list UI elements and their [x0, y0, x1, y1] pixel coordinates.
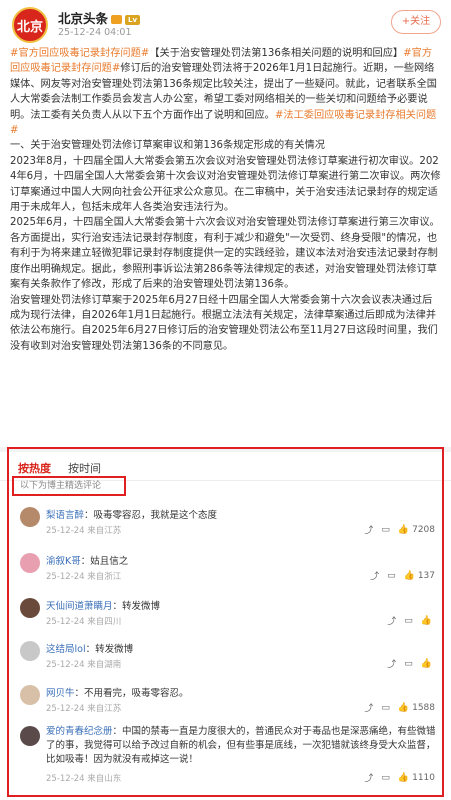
- reply-icon[interactable]: ▭: [381, 525, 390, 535]
- like-button[interactable]: 👍: [421, 616, 435, 626]
- comment-time: 25-12-24: [46, 572, 85, 582]
- comment-location: 来自江苏: [87, 526, 122, 536]
- selected-comments-note: 以下为博主精选评论: [12, 476, 126, 496]
- post-paragraph: 2025年6月，十四届全国人大常委会第十六次会议对治安管理处罚法修订草案进行第三…: [10, 217, 440, 291]
- reply-icon[interactable]: ▭: [381, 773, 390, 783]
- account-name-text[interactable]: 北京头条: [58, 11, 108, 26]
- like-button[interactable]: 👍 7208: [398, 525, 435, 535]
- share-icon[interactable]: ⤴: [370, 569, 379, 582]
- like-icon: 👍: [397, 524, 410, 535]
- account-avatar[interactable]: 北京: [12, 7, 48, 43]
- comment-time: 25-12-24: [46, 617, 85, 627]
- account-name[interactable]: 北京头条 Lv: [58, 8, 141, 27]
- commenter-avatar[interactable]: [20, 726, 40, 746]
- like-count: 7208: [412, 524, 435, 535]
- comment-location: 来自山东: [87, 774, 122, 784]
- like-icon: 👍: [397, 772, 410, 783]
- reply-icon[interactable]: ▭: [387, 571, 396, 581]
- comment-text: 转发微博: [95, 644, 134, 655]
- post-paragraph: 2023年8月，十四届全国人大常委会第五次会议对治安管理处罚法修订草案进行初次审…: [10, 155, 441, 214]
- like-count: 137: [417, 570, 435, 581]
- comment-location: 来自浙江: [87, 572, 122, 582]
- share-icon[interactable]: ⤴: [364, 523, 373, 536]
- reply-icon[interactable]: ▭: [381, 703, 390, 713]
- comment-text: 姑且信之: [90, 556, 129, 567]
- share-icon[interactable]: ⤴: [364, 701, 373, 714]
- tab-by-hot[interactable]: 按热度: [18, 460, 51, 476]
- commenter-name[interactable]: 渝叙K哥: [46, 556, 81, 567]
- comment-time: 25-12-24: [46, 774, 85, 784]
- post-timestamp: 25-12-24 04:01: [58, 27, 132, 38]
- post-header: 北京 北京头条 Lv 25-12-24 04:01 +关注: [0, 0, 451, 44]
- comment-text: 转发微博: [122, 601, 161, 612]
- reply-icon[interactable]: ▭: [404, 659, 413, 669]
- like-icon: 👍: [420, 658, 432, 669]
- commenter-name[interactable]: 爱的青春纪念册: [46, 726, 113, 737]
- like-icon: 👍: [403, 570, 415, 581]
- post-paragraph: 治安管理处罚法修订草案于2025年6月27日经十四届全国人大常委会第十六次会议表…: [10, 294, 438, 352]
- comment-time: 25-12-24: [46, 526, 85, 536]
- like-count: 1110: [412, 772, 435, 783]
- comment-location: 来自四川: [87, 617, 122, 627]
- share-icon[interactable]: ⤴: [387, 657, 396, 670]
- like-icon: 👍: [397, 702, 410, 713]
- like-button[interactable]: 👍 1110: [398, 773, 435, 783]
- share-icon[interactable]: ⤴: [364, 771, 373, 784]
- section-title: 一、关于治安管理处罚法修订草案审议和第136条规定形成的有关情况: [10, 140, 325, 152]
- post-text: 【关于治安管理处罚法第136条相关问题的说明和回应】: [149, 48, 404, 59]
- commenter-avatar[interactable]: [20, 598, 40, 618]
- like-button[interactable]: 👍 137: [404, 571, 435, 581]
- commenter-name[interactable]: 天仙间道萧瞒月: [46, 601, 113, 612]
- level-badge: Lv: [125, 14, 141, 25]
- commenter-avatar[interactable]: [20, 685, 40, 705]
- hashtag-link[interactable]: #官方回应吸毒记录封存问题#: [10, 48, 149, 59]
- like-button[interactable]: 👍 1588: [398, 703, 435, 713]
- commenter-avatar[interactable]: [20, 641, 40, 661]
- comment-time: 25-12-24: [46, 660, 85, 670]
- commenter-name[interactable]: 网贝牛: [46, 688, 75, 699]
- reply-icon[interactable]: ▭: [404, 616, 413, 626]
- comment-location: 来自江苏: [87, 704, 122, 714]
- share-icon[interactable]: ⤴: [387, 614, 396, 627]
- comment-location: 来自湖南: [87, 660, 122, 670]
- comment-text: 吸毒零容忍，我就是这个态度: [93, 510, 218, 521]
- tab-by-time[interactable]: 按时间: [68, 460, 101, 476]
- vip-icon: [111, 15, 123, 24]
- like-button[interactable]: 👍: [421, 659, 435, 669]
- like-count: 1588: [412, 702, 435, 713]
- comment-text: 不用看完，吸毒零容忍。: [84, 688, 189, 699]
- commenter-name[interactable]: 这结局lol: [46, 644, 86, 655]
- like-icon: 👍: [420, 615, 432, 626]
- comment-time: 25-12-24: [46, 704, 85, 714]
- weibo-post-page: 北京 北京头条 Lv 25-12-24 04:01 +关注 #官方回应吸毒记录封存…: [0, 0, 451, 800]
- post-body: #官方回应吸毒记录封存问题#【关于治安管理处罚法第136条相关问题的说明和回应】…: [10, 46, 442, 354]
- commenter-name[interactable]: 梨语言醉: [46, 510, 84, 521]
- commenter-avatar[interactable]: [20, 553, 40, 573]
- commenter-avatar[interactable]: [20, 507, 40, 527]
- follow-button[interactable]: +关注: [391, 10, 441, 34]
